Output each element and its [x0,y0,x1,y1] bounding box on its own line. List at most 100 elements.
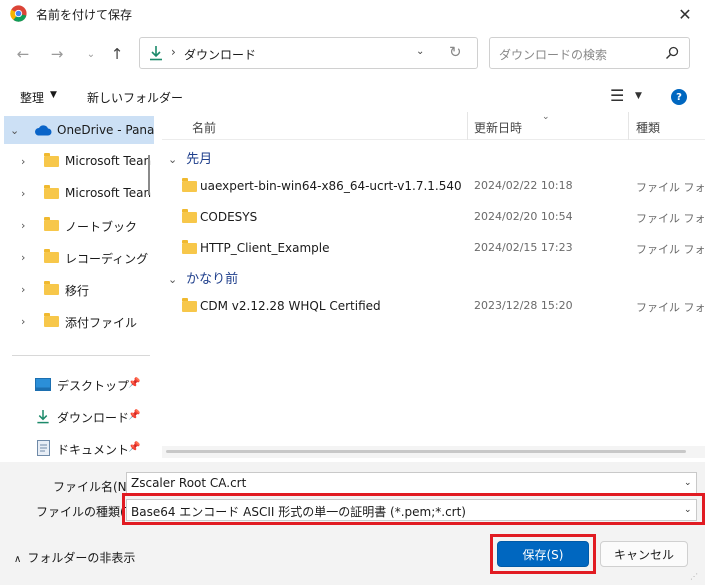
breadcrumb-chevron-icon: › [171,45,176,59]
sidebar-item-label: Microsoft Tean [65,186,152,200]
save-form: ファイル名(N): Zscaler Root CA.crt ⌄ ファイルの種類(… [0,462,705,585]
file-date: 2024/02/22 10:18 [474,179,573,192]
close-button[interactable]: ✕ [665,0,705,28]
column-modified[interactable]: 更新日時 [474,119,522,136]
search-input[interactable]: ダウンロードの検索 [489,37,690,69]
pin-icon[interactable]: 📌 [128,378,140,389]
refresh-icon[interactable]: ↻ [449,43,462,61]
sidebar-item-label: 移行 [65,284,90,298]
resize-grip-icon[interactable]: ⋰ [690,572,698,581]
group-header[interactable]: ⌄ かなり前 [168,268,238,287]
sidebar-scrollbar[interactable] [148,155,150,195]
folder-icon [44,185,59,199]
sort-descending-icon: ⌄ [542,112,550,122]
file-name: CDM v2.12.28 WHQL Certified [200,299,381,313]
address-dropdown-icon[interactable]: ⌄ [416,46,424,57]
up-button[interactable]: ↑ [106,42,128,66]
arrow-right-icon: → [50,45,64,63]
sidebar-item-onedrive[interactable]: ⌄ OneDrive - Pana [4,116,154,144]
search-icon [666,46,679,59]
view-options-icon[interactable]: ☰ [610,86,624,105]
list-item[interactable]: uaexpert-bin-win64-x86_64-ucrt-v1.7.1.54… [162,172,705,200]
chevron-right-icon[interactable]: › [21,219,25,232]
column-name[interactable]: 名前 [192,119,216,136]
folder-icon [182,209,197,223]
file-name: uaexpert-bin-win64-x86_64-ucrt-v1.7.1.54… [200,179,462,193]
sidebar-divider [12,355,150,356]
sidebar-item-documents[interactable]: ドキュメント 📌 [4,434,154,462]
filename-field[interactable]: Zscaler Root CA.crt [126,472,697,494]
file-type: ファイル フォルダー [636,181,705,194]
cloud-icon [35,125,52,136]
sidebar-item-label: デスクトップ [57,379,130,393]
sidebar-item-folder[interactable]: › ノートブック [4,211,154,239]
new-folder-button[interactable]: 新しいフォルダー [87,89,183,106]
organize-button[interactable]: 整理 [20,89,44,106]
hide-folders-button[interactable]: ∧ フォルダーの非表示 [14,549,135,566]
file-list: 名前 ⌄ 更新日時 種類 ⌄ 先月 uaexpert-bin-win64-x86… [162,112,705,462]
column-divider[interactable] [467,112,468,140]
chevron-right-icon[interactable]: › [21,315,25,328]
sidebar-item-folder[interactable]: › Microsoft Tean [4,179,154,207]
cancel-button[interactable]: キャンセル [600,541,688,567]
file-date: 2024/02/15 17:23 [474,241,573,254]
chevron-right-icon[interactable]: › [21,251,25,264]
column-type[interactable]: 種類 [636,119,660,136]
highlight-box-filetype [122,493,705,525]
sidebar-item-folder[interactable]: › レコーディング [4,243,154,271]
file-date: 2023/12/28 15:20 [474,299,573,312]
chevron-down-icon[interactable]: ⌄ [684,478,692,488]
title-bar: 名前を付けて保存 ✕ [0,0,705,28]
folder-icon [182,240,197,254]
organize-dropdown-icon[interactable]: ▼ [50,90,57,100]
folder-icon [44,249,59,263]
pin-icon[interactable]: 📌 [128,410,140,421]
chevron-down-icon[interactable]: ⌄ [10,124,19,137]
folder-icon [44,217,59,231]
download-icon [37,409,49,424]
scrollbar-thumb[interactable] [166,450,686,453]
chevron-right-icon[interactable]: › [21,283,25,296]
arrow-up-icon: ↑ [110,45,124,63]
sidebar-item-downloads[interactable]: ダウンロード 📌 [4,402,154,430]
address-bar[interactable]: › ダウンロード ⌄ ↻ [139,37,478,69]
file-name: CODESYS [200,210,258,224]
list-item[interactable]: CODESYS 2024/02/20 10:54 ファイル フォルダー [162,203,705,231]
sidebar-item-folder[interactable]: › 添付ファイル [4,307,154,335]
desktop-icon [35,378,51,391]
list-item[interactable]: HTTP_Client_Example 2024/02/15 17:23 ファイ… [162,234,705,262]
recent-locations-button[interactable]: ⌄ [80,42,102,66]
folder-icon [182,178,197,192]
folder-icon [44,153,59,167]
help-icon[interactable]: ? [671,89,687,105]
horizontal-scrollbar[interactable] [162,446,705,458]
column-divider[interactable] [628,112,629,140]
chevron-up-icon: ∧ [14,554,22,565]
toolbar: 整理 ▼ 新しいフォルダー ☰ ▼ ? [0,84,705,112]
window-title: 名前を付けて保存 [36,8,133,22]
pin-icon[interactable]: 📌 [128,442,140,453]
group-label: 先月 [186,152,213,167]
group-header[interactable]: ⌄ 先月 [168,148,212,167]
sidebar-item-folder[interactable]: › Microsoft Tean [4,147,154,175]
close-icon: ✕ [678,4,692,24]
sidebar-item-desktop[interactable]: デスクトップ 📌 [4,370,154,398]
hide-folders-label: フォルダーの非表示 [27,551,136,565]
file-type: ファイル フォルダー [636,212,705,225]
column-header: 名前 ⌄ 更新日時 種類 [162,112,705,140]
forward-button[interactable]: → [46,42,68,66]
back-button[interactable]: ← [12,42,34,66]
chevron-right-icon[interactable]: › [21,155,25,168]
sidebar-item-folder[interactable]: › 移行 [4,275,154,303]
chevron-down-icon[interactable]: ⌄ [168,153,182,166]
sidebar-item-label: OneDrive - Pana [57,123,155,137]
list-item[interactable]: CDM v2.12.28 WHQL Certified 2023/12/28 1… [162,292,705,320]
chevron-down-icon[interactable]: ⌄ [168,273,182,286]
sidebar-item-label: ドキュメント [57,443,130,457]
breadcrumb-downloads[interactable]: ダウンロード [184,46,256,63]
highlight-box-save [490,534,596,574]
sidebar-item-label: Microsoft Tean [65,154,152,168]
chrome-icon [10,5,27,22]
view-dropdown-icon[interactable]: ▼ [635,91,642,101]
chevron-right-icon[interactable]: › [21,187,25,200]
